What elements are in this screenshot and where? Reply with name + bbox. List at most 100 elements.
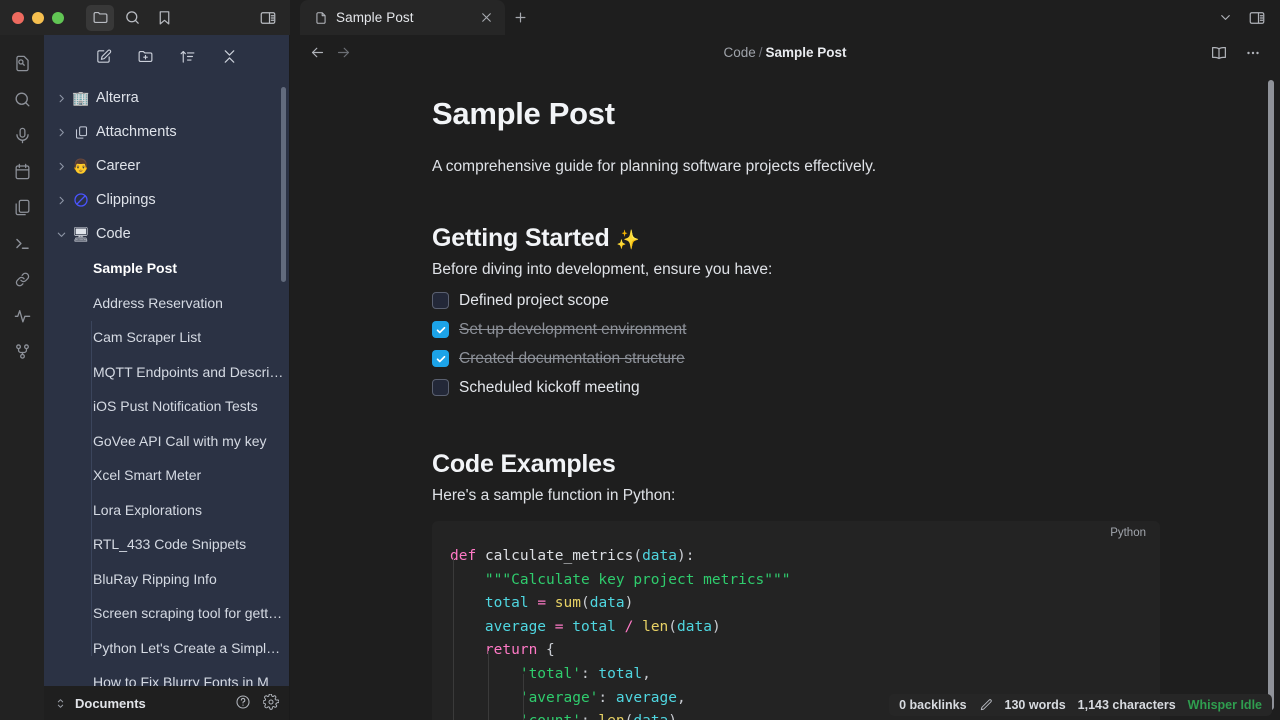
- terminal-icon[interactable]: [5, 227, 39, 259]
- search-icon[interactable]: [118, 5, 146, 31]
- vault-status-bar: Documents: [44, 686, 289, 720]
- back-arrow-icon[interactable]: [304, 40, 330, 66]
- sidebar-note-how-to-fix-blurry-fonts[interactable]: How to Fix Blurry Fonts in M: [44, 665, 289, 686]
- tab-strip: Sample Post: [290, 0, 1280, 35]
- sidebar-note-bluray-ripping-info[interactable]: BluRay Ripping Info: [44, 562, 289, 597]
- calendar-icon[interactable]: [5, 155, 39, 187]
- tab-sample-post[interactable]: Sample Post: [300, 0, 505, 35]
- collapse-all-icon[interactable]: [217, 44, 243, 68]
- files-icon[interactable]: [5, 191, 39, 223]
- file-icon: [314, 11, 328, 25]
- task-label: Set up development environment: [459, 321, 686, 339]
- breadcrumb-current: Sample Post: [766, 45, 847, 60]
- folder-label: Career: [92, 158, 140, 174]
- vault-name: Documents: [75, 696, 146, 711]
- more-options-icon[interactable]: [1240, 40, 1266, 66]
- tabstrip-actions: [1210, 0, 1280, 35]
- task-item[interactable]: Created documentation structure: [432, 344, 1160, 373]
- note-label: Address Reservation: [93, 295, 223, 311]
- book-icon[interactable]: [1206, 40, 1232, 66]
- app-window: Sample Post: [0, 0, 1280, 720]
- help-icon[interactable]: [235, 694, 251, 713]
- pencil-icon[interactable]: [979, 698, 993, 712]
- sidebar-note-python-lets-create[interactable]: Python Let's Create a Simpl…: [44, 631, 289, 666]
- page-title: Sample Post: [432, 96, 1160, 132]
- section-heading-code-examples: Code Examples: [432, 450, 1160, 479]
- sidebar-note-cam-scraper-list[interactable]: Cam Scraper List: [44, 320, 289, 355]
- minimize-window-button[interactable]: [32, 12, 44, 24]
- sidebar-note-ios-push-notification-tests[interactable]: iOS Pust Notification Tests: [44, 389, 289, 424]
- task-item[interactable]: Defined project scope: [432, 286, 1160, 315]
- sidebar-note-rtl433-code-snippets[interactable]: RTL_433 Code Snippets: [44, 527, 289, 562]
- sidebar-toggle-icon[interactable]: [254, 5, 282, 31]
- section-heading-getting-started: Getting Started ✨: [432, 224, 1160, 253]
- desktop-computer-emoji-icon: 🖥: [70, 226, 92, 243]
- note-label: MQTT Endpoints and Descri…: [93, 364, 283, 380]
- sidebar-folder-alterra[interactable]: 🏢 Alterra: [44, 81, 289, 115]
- task-label: Defined project scope: [459, 292, 609, 310]
- chevron-right-icon: [52, 127, 70, 138]
- chevron-down-icon: [52, 229, 70, 240]
- window-controls-area: [0, 0, 290, 35]
- sidebar-note-sample-post[interactable]: Sample Post: [44, 251, 289, 286]
- file-search-icon[interactable]: [5, 47, 39, 79]
- updown-chevrons-icon[interactable]: [54, 697, 67, 710]
- checkbox-checked-icon[interactable]: [432, 350, 449, 367]
- whisper-status[interactable]: Whisper Idle: [1188, 698, 1262, 712]
- app-body: 🏢 Alterra Attachments 👨: [0, 35, 1280, 720]
- sidebar-note-screen-scraping-tool[interactable]: Screen scraping tool for gett…: [44, 596, 289, 631]
- sidebar-note-govee-api-call[interactable]: GoVee API Call with my key: [44, 424, 289, 459]
- new-note-icon[interactable]: [91, 44, 117, 68]
- note-label: Xcel Smart Meter: [93, 467, 201, 483]
- tab-label: Sample Post: [336, 10, 469, 25]
- sidebar-note-address-reservation[interactable]: Address Reservation: [44, 286, 289, 321]
- traffic-lights: [12, 12, 64, 24]
- document-content[interactable]: Sample Post A comprehensive guide for pl…: [290, 70, 1280, 720]
- checkbox-unchecked-icon[interactable]: [432, 379, 449, 396]
- forward-arrow-icon[interactable]: [330, 40, 356, 66]
- backlinks-count[interactable]: 0 backlinks: [899, 698, 966, 712]
- close-window-button[interactable]: [12, 12, 24, 24]
- activity-icon[interactable]: [5, 299, 39, 331]
- sort-icon[interactable]: [175, 44, 201, 68]
- task-item[interactable]: Scheduled kickoff meeting: [432, 373, 1160, 402]
- checkbox-unchecked-icon[interactable]: [432, 292, 449, 309]
- new-tab-button[interactable]: [505, 0, 535, 35]
- sidebar-note-lora-explorations[interactable]: Lora Explorations: [44, 493, 289, 528]
- sidebar-folder-career[interactable]: 👨 Career: [44, 149, 289, 183]
- bookmark-icon[interactable]: [150, 5, 178, 31]
- microphone-icon[interactable]: [5, 119, 39, 151]
- task-item[interactable]: Set up development environment: [432, 315, 1160, 344]
- search-icon[interactable]: [5, 83, 39, 115]
- sidebar-folder-clippings[interactable]: Clippings: [44, 183, 289, 217]
- chevron-right-icon: [52, 93, 70, 104]
- copy-icon: [70, 125, 92, 140]
- character-count: 1,143 characters: [1078, 698, 1176, 712]
- sidebar-note-xcel-smart-meter[interactable]: Xcel Smart Meter: [44, 458, 289, 493]
- link-icon[interactable]: [5, 263, 39, 295]
- folder-label: Alterra: [92, 90, 139, 106]
- close-icon[interactable]: [477, 9, 495, 27]
- right-sidebar-icon[interactable]: [1242, 4, 1272, 32]
- maximize-window-button[interactable]: [52, 12, 64, 24]
- new-folder-icon[interactable]: [133, 44, 159, 68]
- note-label: Lora Explorations: [93, 502, 202, 518]
- sidebar-folder-code[interactable]: 🖥 Code: [44, 217, 289, 251]
- chevron-down-icon[interactable]: [1210, 4, 1240, 32]
- note-label: RTL_433 Code Snippets: [93, 536, 246, 552]
- breadcrumb: Code/Sample Post: [290, 45, 1280, 60]
- git-branch-icon[interactable]: [5, 335, 39, 367]
- note-label: iOS Pust Notification Tests: [93, 398, 258, 414]
- code-content: def calculate_metrics(data): """Calculat…: [432, 531, 1160, 720]
- note-label: Screen scraping tool for gett…: [93, 605, 282, 621]
- folder-icon[interactable]: [86, 5, 114, 31]
- breadcrumb-parent[interactable]: Code: [723, 45, 755, 60]
- folder-label: Code: [92, 226, 131, 242]
- document-scrollbar[interactable]: [1268, 80, 1274, 710]
- gear-icon[interactable]: [263, 694, 279, 713]
- checkbox-checked-icon[interactable]: [432, 321, 449, 338]
- code-block[interactable]: Python def calculate_metrics(data): """C…: [432, 521, 1160, 720]
- person-emoji-icon: 👨: [70, 158, 92, 175]
- sidebar-folder-attachments[interactable]: Attachments: [44, 115, 289, 149]
- sidebar-note-mqtt-endpoints[interactable]: MQTT Endpoints and Descri…: [44, 355, 289, 390]
